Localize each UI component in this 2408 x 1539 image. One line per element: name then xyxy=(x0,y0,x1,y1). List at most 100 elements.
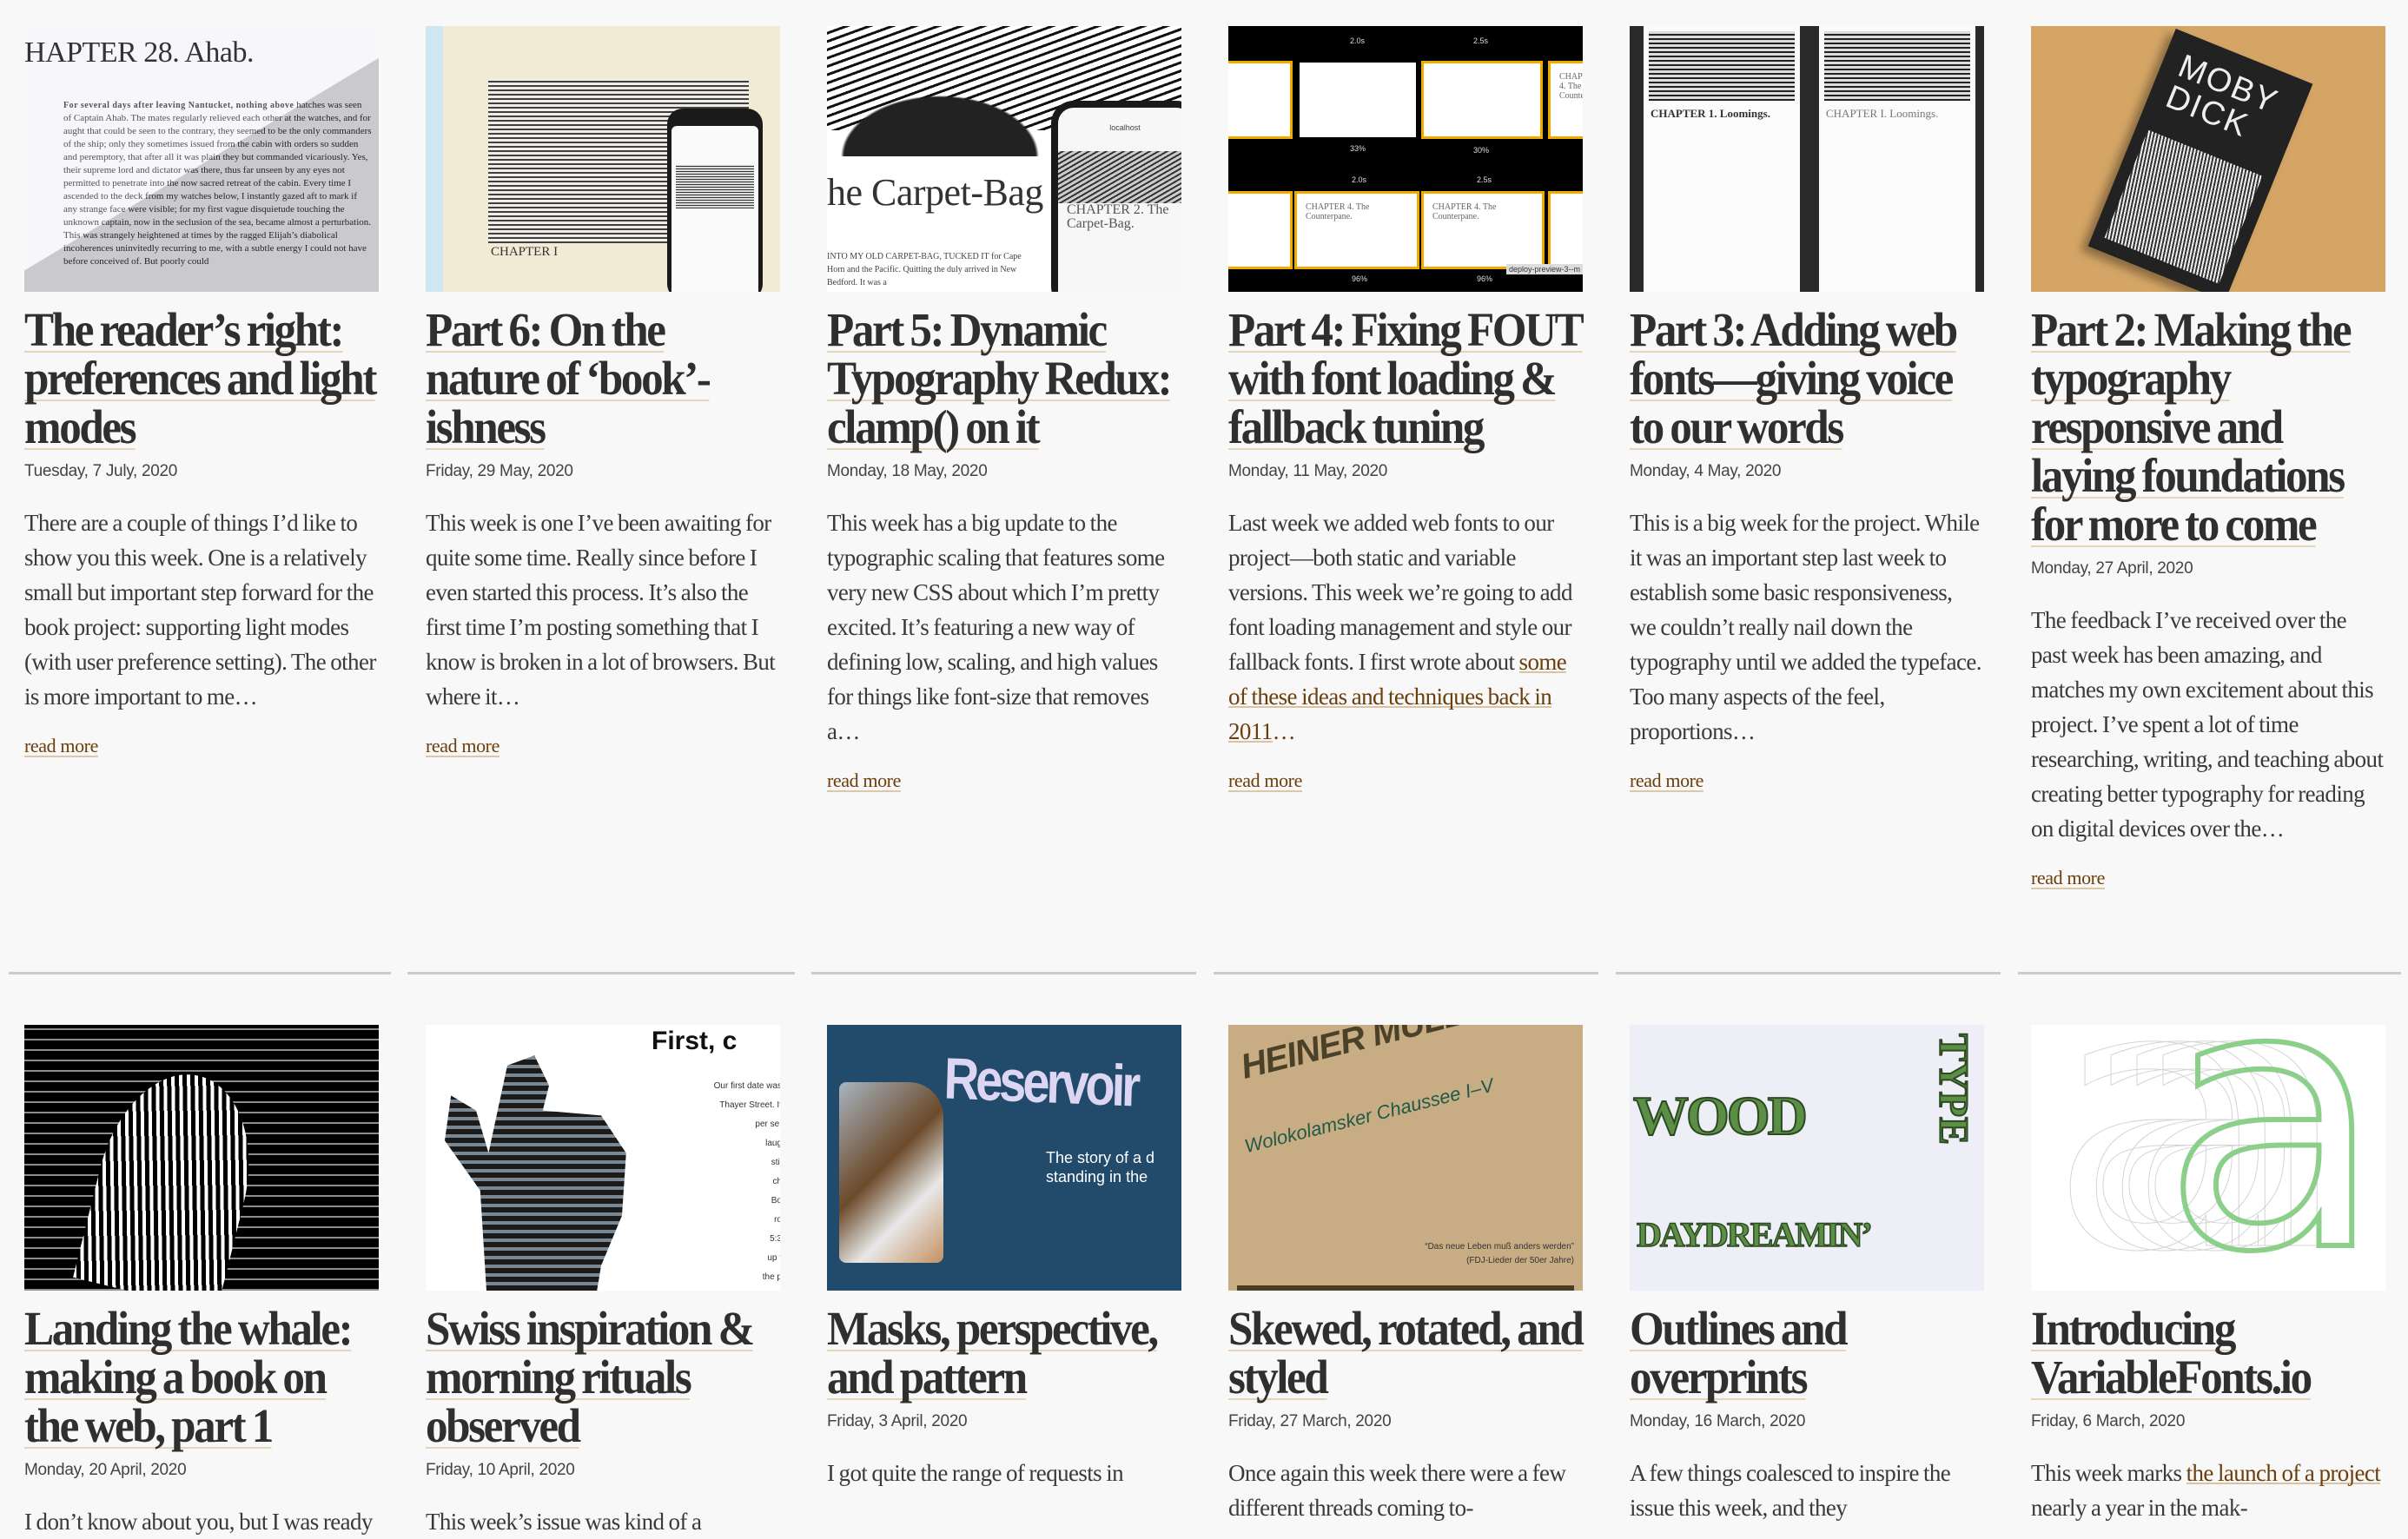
engraving-hill xyxy=(827,87,1053,156)
read-more-link[interactable]: read more xyxy=(1630,771,1703,792)
post-card: he Carpet-Bag INTO MY OLD CARPET-BAG, TU… xyxy=(811,26,1195,889)
read-more-link[interactable]: read more xyxy=(426,736,499,757)
post-thumbnail[interactable] xyxy=(24,1025,379,1291)
post-card: CHAPTER I Part 6: On the nature of ‘book… xyxy=(410,26,794,889)
post-title: Part 4: Fixing FOUT with font loading & … xyxy=(1228,303,1584,453)
frame-heading: CHAPTER 4. The Counterpane. xyxy=(1306,202,1370,221)
thumbnail-line: ro xyxy=(774,1215,780,1225)
post-card: First, c Our first date was Thayer Stree… xyxy=(410,1025,794,1539)
post-title: Part 6: On the nature of ‘book’-ishness xyxy=(426,303,711,453)
thumbnail-line: Our first date was xyxy=(713,1081,780,1091)
thumbnail-caps: For several days after leaving Nantucket… xyxy=(63,101,294,110)
post-title: The reader’s right: preferences and ligh… xyxy=(24,303,377,453)
read-more-link[interactable]: read more xyxy=(1228,771,1302,792)
phone-heading: CHAPTER I. Loomings. xyxy=(1826,107,1939,120)
read-more-link[interactable]: read more xyxy=(2031,869,2105,889)
read-more-link[interactable]: read more xyxy=(827,771,901,792)
thumbnail-text-column: Our first date was Thayer Street. It per… xyxy=(643,1077,780,1287)
post-title-link[interactable]: The reader’s right: preferences and ligh… xyxy=(24,303,380,453)
thumbnail-subheading: Wolokolamsker Chaussee I–V xyxy=(1242,1073,1496,1158)
post-date: Friday, 29 May, 2020 xyxy=(426,462,573,480)
dog-photo-mask xyxy=(839,1082,943,1263)
post-title-link[interactable]: Part 6: On the nature of ‘book’-ishness xyxy=(426,303,781,453)
excerpt-ellipsis: … xyxy=(1272,718,1296,744)
phone-url: localhost xyxy=(1109,123,1141,132)
post-thumbnail[interactable]: CHAPTER 1. Loomings. CHAPTER I. Loomings… xyxy=(1630,26,1984,292)
thumbnail-line: up t xyxy=(767,1253,780,1263)
post-title-link[interactable]: Outlines and overprints xyxy=(1630,1302,1985,1404)
post-thumbnail[interactable]: Reservoir The story of a d standing in t… xyxy=(827,1025,1181,1291)
post-thumbnail[interactable]: WOOD TYPE DAYDREAMIN’ xyxy=(1630,1025,1984,1291)
phone-illustration xyxy=(1058,151,1181,203)
row-divider xyxy=(1616,972,2001,974)
quote-source: (FDJ-Lieder der 50er Jahre) xyxy=(1466,1256,1574,1265)
row-divider xyxy=(1214,972,1598,974)
post-title-link[interactable]: Part 2: Making the typography responsive… xyxy=(2031,303,2386,551)
thumbnail-line: the p xyxy=(762,1272,780,1282)
post-title-link[interactable]: Skewed, rotated, and styled xyxy=(1228,1302,1584,1404)
post-title: Part 3: Adding web fonts—giving voice to… xyxy=(1630,303,1958,453)
phone-mockup: localhost CHAPTER 2. The Carpet-Bag. xyxy=(1051,101,1181,292)
thumbnail-line: The story of a d xyxy=(1046,1149,1155,1166)
post-thumbnail[interactable]: First, c Our first date was Thayer Stree… xyxy=(426,1025,780,1291)
filmstrip-frame xyxy=(1421,61,1543,139)
phone-mockup-left: CHAPTER 1. Loomings. xyxy=(1644,26,1800,292)
post-title-link[interactable]: Introducing VariableFonts.io xyxy=(2031,1302,2386,1404)
phone-heading: CHAPTER 2. The Carpet-Bag. xyxy=(1067,202,1169,231)
filmstrip-frame xyxy=(1228,61,1293,139)
phone-screen: localhost CHAPTER 2. The Carpet-Bag. xyxy=(1058,108,1181,292)
row-divider xyxy=(2018,972,2401,974)
post-card: HEINER MÜLLER Wolokolamsker Chaussee I–V… xyxy=(1213,1025,1597,1539)
post-title-link[interactable]: Swiss inspiration & morning rituals obse… xyxy=(426,1302,781,1452)
post-title: Masks, perspective, and pattern xyxy=(827,1302,1159,1404)
post-title: Part 5: Dynamic Typography Redux: clamp(… xyxy=(827,303,1173,453)
post-thumbnail[interactable]: CHAPTER I xyxy=(426,26,780,292)
post-thumbnail[interactable]: he Carpet-Bag INTO MY OLD CARPET-BAG, TU… xyxy=(827,26,1181,292)
filmstrip-frame xyxy=(1300,63,1416,137)
excerpt-inline-link[interactable]: the launch of a project xyxy=(2186,1460,2381,1486)
post-title: Swiss inspiration & morning rituals obse… xyxy=(426,1302,755,1452)
post-excerpt: I don’t know about you, but I was ready xyxy=(24,1509,373,1535)
post-date: Friday, 6 March, 2020 xyxy=(2031,1412,2186,1430)
post-excerpt: The feedback I’ve received over the past… xyxy=(2031,607,2384,842)
post-date: Monday, 11 May, 2020 xyxy=(1228,462,1388,480)
phone-heading: CHAPTER 1. Loomings. xyxy=(1651,107,1770,120)
thumbnail-line: standing in the xyxy=(1046,1168,1148,1186)
post-card: Reservoir The story of a d standing in t… xyxy=(811,1025,1195,1539)
post-date: Friday, 3 April, 2020 xyxy=(827,1412,968,1430)
post-thumbnail[interactable]: a a a a a xyxy=(2031,1025,2385,1291)
post-excerpt: This week’s issue was kind of a xyxy=(426,1509,702,1535)
filmstrip-frame xyxy=(1228,191,1293,269)
post-title-link[interactable]: Part 4: Fixing FOUT with font loading & … xyxy=(1228,303,1584,453)
filmstrip-frame: CHAPTER 4. The Counterpane. xyxy=(1548,61,1583,139)
post-title: Introducing VariableFonts.io xyxy=(2031,1302,2312,1404)
thumbnail-heading: he Carpet-Bag xyxy=(827,171,1043,214)
post-card: WOOD TYPE DAYDREAMIN’ Outlines and overp… xyxy=(1614,1025,1998,1539)
post-title: Landing the whale: making a book on the … xyxy=(24,1302,354,1452)
post-grid-row-2: Landing the whale: making a book on the … xyxy=(9,1025,2399,1539)
frame-heading: CHAPTER 4. The Counterpane. xyxy=(1432,202,1497,221)
post-excerpt: This is a big week for the project. Whil… xyxy=(1630,510,1982,744)
post-thumbnail[interactable]: MOBY DICK xyxy=(2031,26,2385,292)
thumbnail-heading: First, c xyxy=(652,1027,738,1055)
post-title-link[interactable]: Landing the whale: making a book on the … xyxy=(24,1302,380,1452)
read-more-link[interactable]: read more xyxy=(24,736,98,757)
post-thumbnail[interactable]: HAPTER 28. Ahab. For several days after … xyxy=(24,26,379,292)
post-thumbnail[interactable]: 2.0s 2.5s CHAPTER 4. The Counterpane. 33… xyxy=(1228,26,1583,292)
post-title-link[interactable]: Part 3: Adding web fonts—giving voice to… xyxy=(1630,303,1985,453)
post-excerpt: Last week we added web fonts to our proj… xyxy=(1228,505,1581,749)
post-title-link[interactable]: Masks, perspective, and pattern xyxy=(827,1302,1182,1404)
post-excerpt: This week has a big update to the typogr… xyxy=(827,510,1165,744)
thumbnail-line: stil xyxy=(771,1158,780,1167)
post-date: Friday, 27 March, 2020 xyxy=(1228,1412,1392,1430)
post-card: a a a a a Introducing VariableFonts.io F… xyxy=(2015,1025,2399,1539)
post-title-link[interactable]: Part 5: Dynamic Typography Redux: clamp(… xyxy=(827,303,1182,453)
thumbnail-heading: HAPTER 28. Ahab. xyxy=(24,36,255,69)
thumbnail-line: Bo xyxy=(771,1196,780,1205)
glyph-highlight: a xyxy=(2159,1025,2385,1291)
daydreamin-word: DAYDREAMIN’ xyxy=(1636,1214,1873,1255)
filmstrip-frame: CHAPTER 4. The Counterpane. xyxy=(1421,191,1545,269)
post-thumbnail[interactable]: HEINER MÜLLER Wolokolamsker Chaussee I–V… xyxy=(1228,1025,1583,1291)
excerpt-text: nearly a year in the mak- xyxy=(2031,1495,2248,1521)
filmstrip-frame: CHAPTER 4. The Counterpane. xyxy=(1294,191,1419,269)
